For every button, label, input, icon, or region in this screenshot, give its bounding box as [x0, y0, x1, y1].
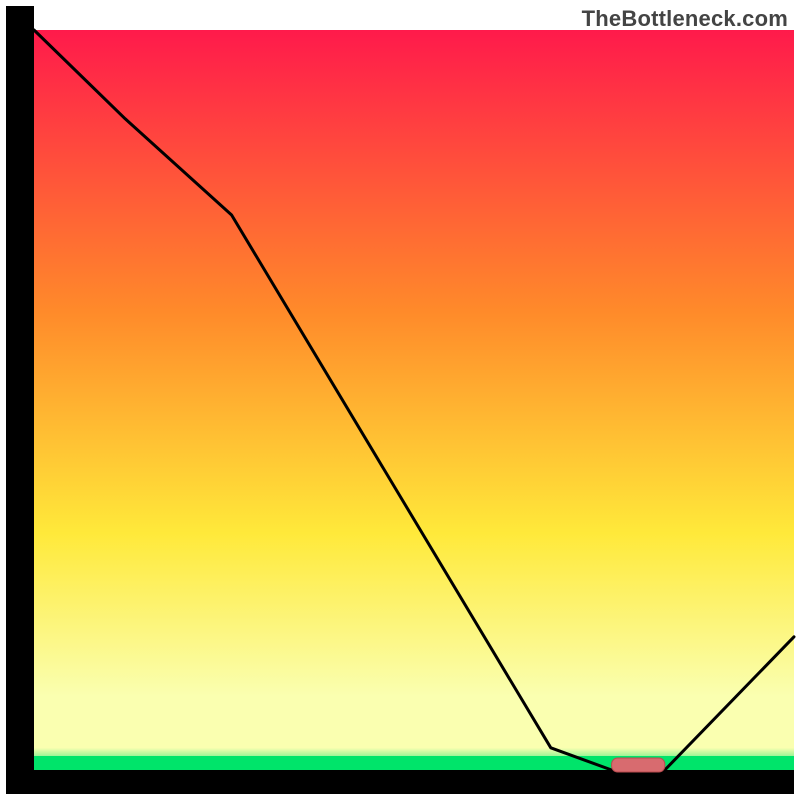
optimal-zone-marker: [612, 758, 665, 772]
watermark-text: TheBottleneck.com: [582, 6, 788, 32]
x-axis: [6, 770, 794, 794]
bottleneck-chart: [0, 0, 800, 800]
y-axis: [6, 6, 34, 794]
chart-frame: TheBottleneck.com: [0, 0, 800, 800]
baseline-strip: [34, 756, 794, 770]
